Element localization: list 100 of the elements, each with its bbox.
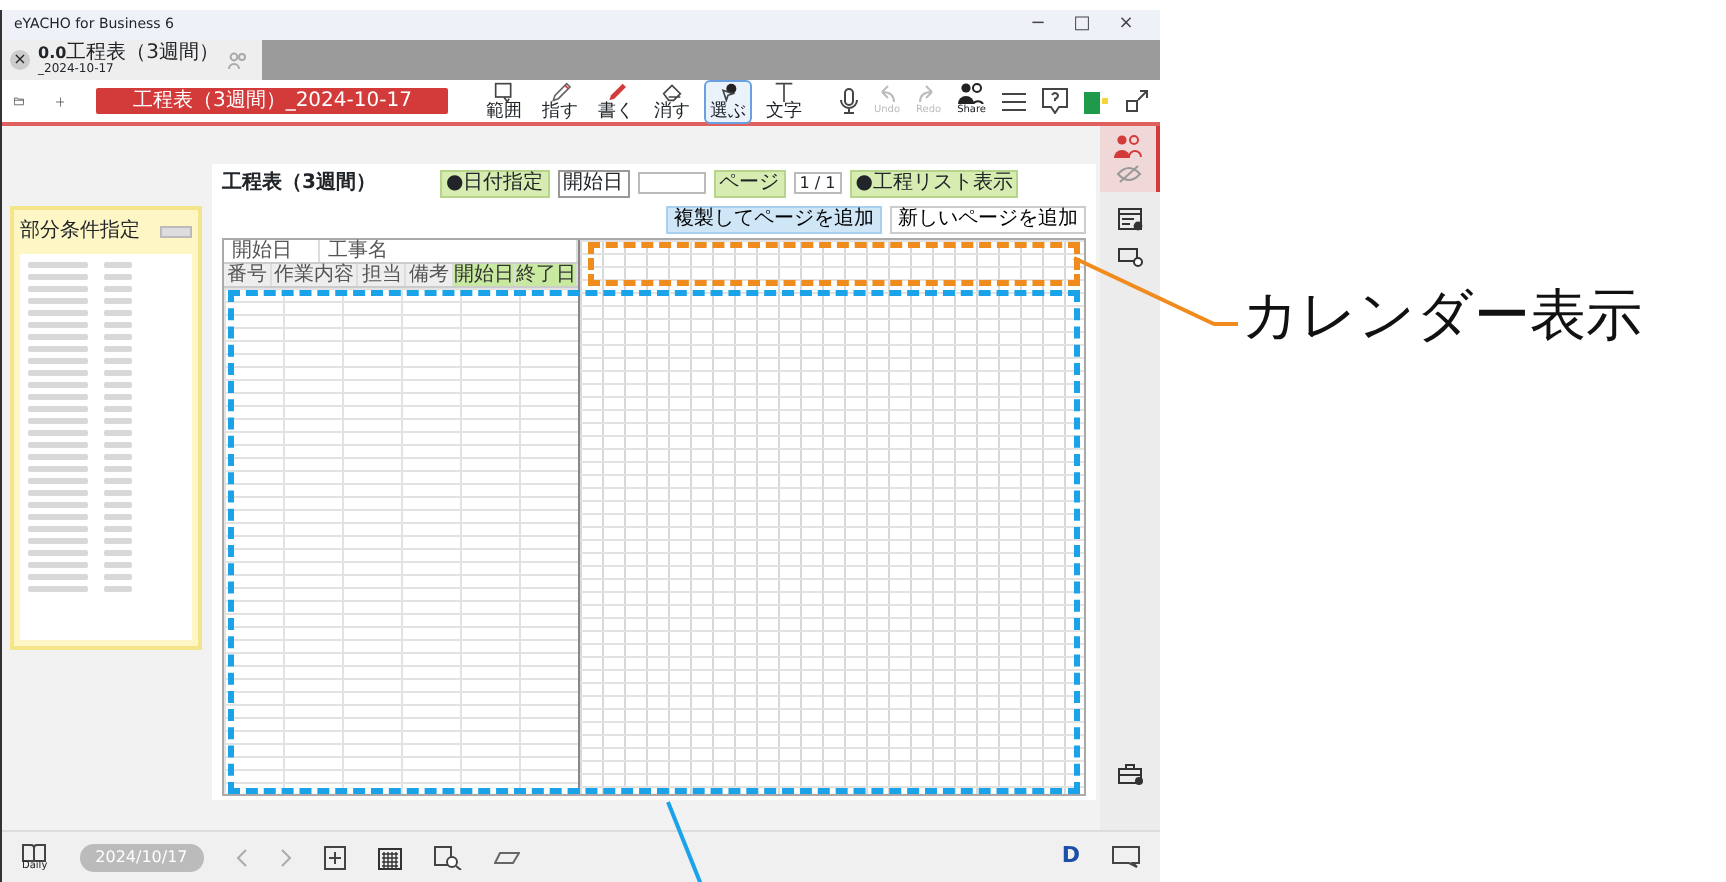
tool-button[interactable]: 消す	[647, 79, 696, 123]
column-header: 担当	[358, 264, 407, 286]
blurred-text	[28, 466, 88, 472]
add-page-button[interactable]: 複製してページを追加	[666, 206, 882, 234]
blurred-text	[28, 418, 88, 424]
blurred-text	[104, 442, 132, 448]
tool-button[interactable]: 文字	[759, 79, 808, 123]
tool-button[interactable]: 指す	[535, 79, 584, 123]
people-icon[interactable]	[1114, 134, 1142, 158]
blurred-text	[104, 526, 132, 532]
notebook-icon[interactable]	[1084, 89, 1110, 113]
parallelogram-icon[interactable]	[493, 851, 520, 863]
date-input-field[interactable]	[637, 172, 706, 194]
blurred-text	[28, 454, 88, 460]
blurred-text	[28, 490, 88, 496]
column-header: 番号	[224, 264, 272, 286]
blurred-text	[28, 358, 88, 364]
blurred-text	[104, 322, 132, 328]
blurred-text	[104, 406, 132, 412]
leader-line	[666, 801, 706, 882]
blurred-text	[28, 298, 88, 304]
column-header: 開始日	[454, 264, 516, 286]
blurred-text	[28, 538, 88, 544]
blurred-text	[28, 586, 88, 592]
tool-button[interactable]: 書く	[591, 79, 640, 123]
blurred-text	[28, 322, 88, 328]
blurred-text	[28, 334, 88, 340]
blurred-text	[104, 274, 132, 280]
tool-button[interactable]: 選ぶ	[703, 79, 752, 123]
frame-icon	[491, 81, 516, 101]
blurred-text	[28, 442, 88, 448]
blurred-text	[28, 526, 88, 532]
blurred-text	[104, 454, 132, 460]
add-page-icon[interactable]	[323, 845, 346, 869]
settings-list-icon[interactable]	[1117, 208, 1143, 232]
close-button[interactable]: ×	[1104, 11, 1148, 39]
blurred-text	[104, 538, 132, 544]
option-tag[interactable]: ●工程リスト表示	[849, 169, 1019, 197]
blurred-text	[104, 514, 132, 520]
blurred-text	[104, 430, 132, 436]
eraser-icon	[659, 81, 684, 101]
blurred-text	[104, 418, 132, 424]
blurred-text	[28, 394, 88, 400]
blurred-text	[28, 502, 88, 508]
option-tag[interactable]: ●日付指定	[439, 169, 550, 197]
calendar-icon[interactable]	[377, 845, 402, 869]
header-cell: 開始日	[224, 240, 320, 262]
maximize-button[interactable]: □	[1060, 11, 1104, 39]
blurred-text	[28, 370, 88, 376]
field-label: ページ	[713, 169, 786, 197]
column-header: 作業内容	[271, 264, 359, 286]
blurred-text	[28, 346, 88, 352]
tab-title: 工程表（3週間）	[66, 44, 220, 64]
blurred-text	[28, 514, 88, 520]
tab-close-button[interactable]: ×	[10, 50, 30, 70]
blurred-text	[104, 382, 132, 388]
minimize-button[interactable]: −	[1016, 11, 1060, 39]
blurred-text	[28, 382, 88, 388]
callout-label: カレンダー表示	[1242, 282, 1642, 350]
blurred-text	[104, 358, 132, 364]
document-title: 工程表（3週間）	[222, 169, 376, 198]
blurred-text	[28, 286, 88, 292]
people-icon	[227, 51, 248, 69]
text-icon	[771, 81, 796, 101]
blurred-text	[104, 478, 132, 484]
blurred-text	[104, 466, 132, 472]
blurred-text	[104, 394, 132, 400]
blurred-text	[104, 298, 132, 304]
blurred-text	[104, 262, 132, 268]
panel-title: 部分条件指定	[20, 217, 140, 246]
blurred-text	[104, 310, 132, 316]
mode-label[interactable]: D	[1061, 840, 1080, 874]
blurred-text	[104, 490, 132, 496]
blurred-text	[28, 574, 88, 580]
blurred-text	[104, 346, 132, 352]
briefcase-icon[interactable]	[1117, 764, 1143, 786]
blurred-text	[104, 502, 132, 508]
help-icon[interactable]	[1042, 88, 1068, 114]
blurred-text	[104, 562, 132, 568]
header-cell: 工事名	[319, 240, 578, 262]
microphone-icon[interactable]	[839, 88, 858, 114]
blurred-text	[28, 406, 88, 412]
blurred-text	[28, 310, 88, 316]
blurred-text	[28, 262, 88, 268]
pen-icon	[547, 81, 572, 101]
search-document-icon[interactable]	[433, 845, 462, 869]
add-page-button[interactable]: 新しいページを追加	[890, 206, 1086, 234]
comment-icon[interactable]	[1112, 846, 1140, 868]
field-label: 開始日	[557, 169, 630, 197]
tool-button[interactable]: 範囲	[479, 79, 528, 123]
tag-icon[interactable]	[1117, 248, 1143, 268]
page-number-field[interactable]: 1 / 1	[793, 172, 842, 194]
blurred-text	[104, 334, 132, 340]
blurred-text	[28, 478, 88, 484]
menu-icon[interactable]	[1002, 91, 1026, 111]
expand-icon[interactable]	[1126, 90, 1148, 112]
column-header: 終了日	[516, 264, 578, 286]
blurred-text	[104, 550, 132, 556]
blurred-text	[104, 370, 132, 376]
document-title-bar[interactable]: 工程表（3週間）_2024-10-17	[96, 88, 448, 114]
